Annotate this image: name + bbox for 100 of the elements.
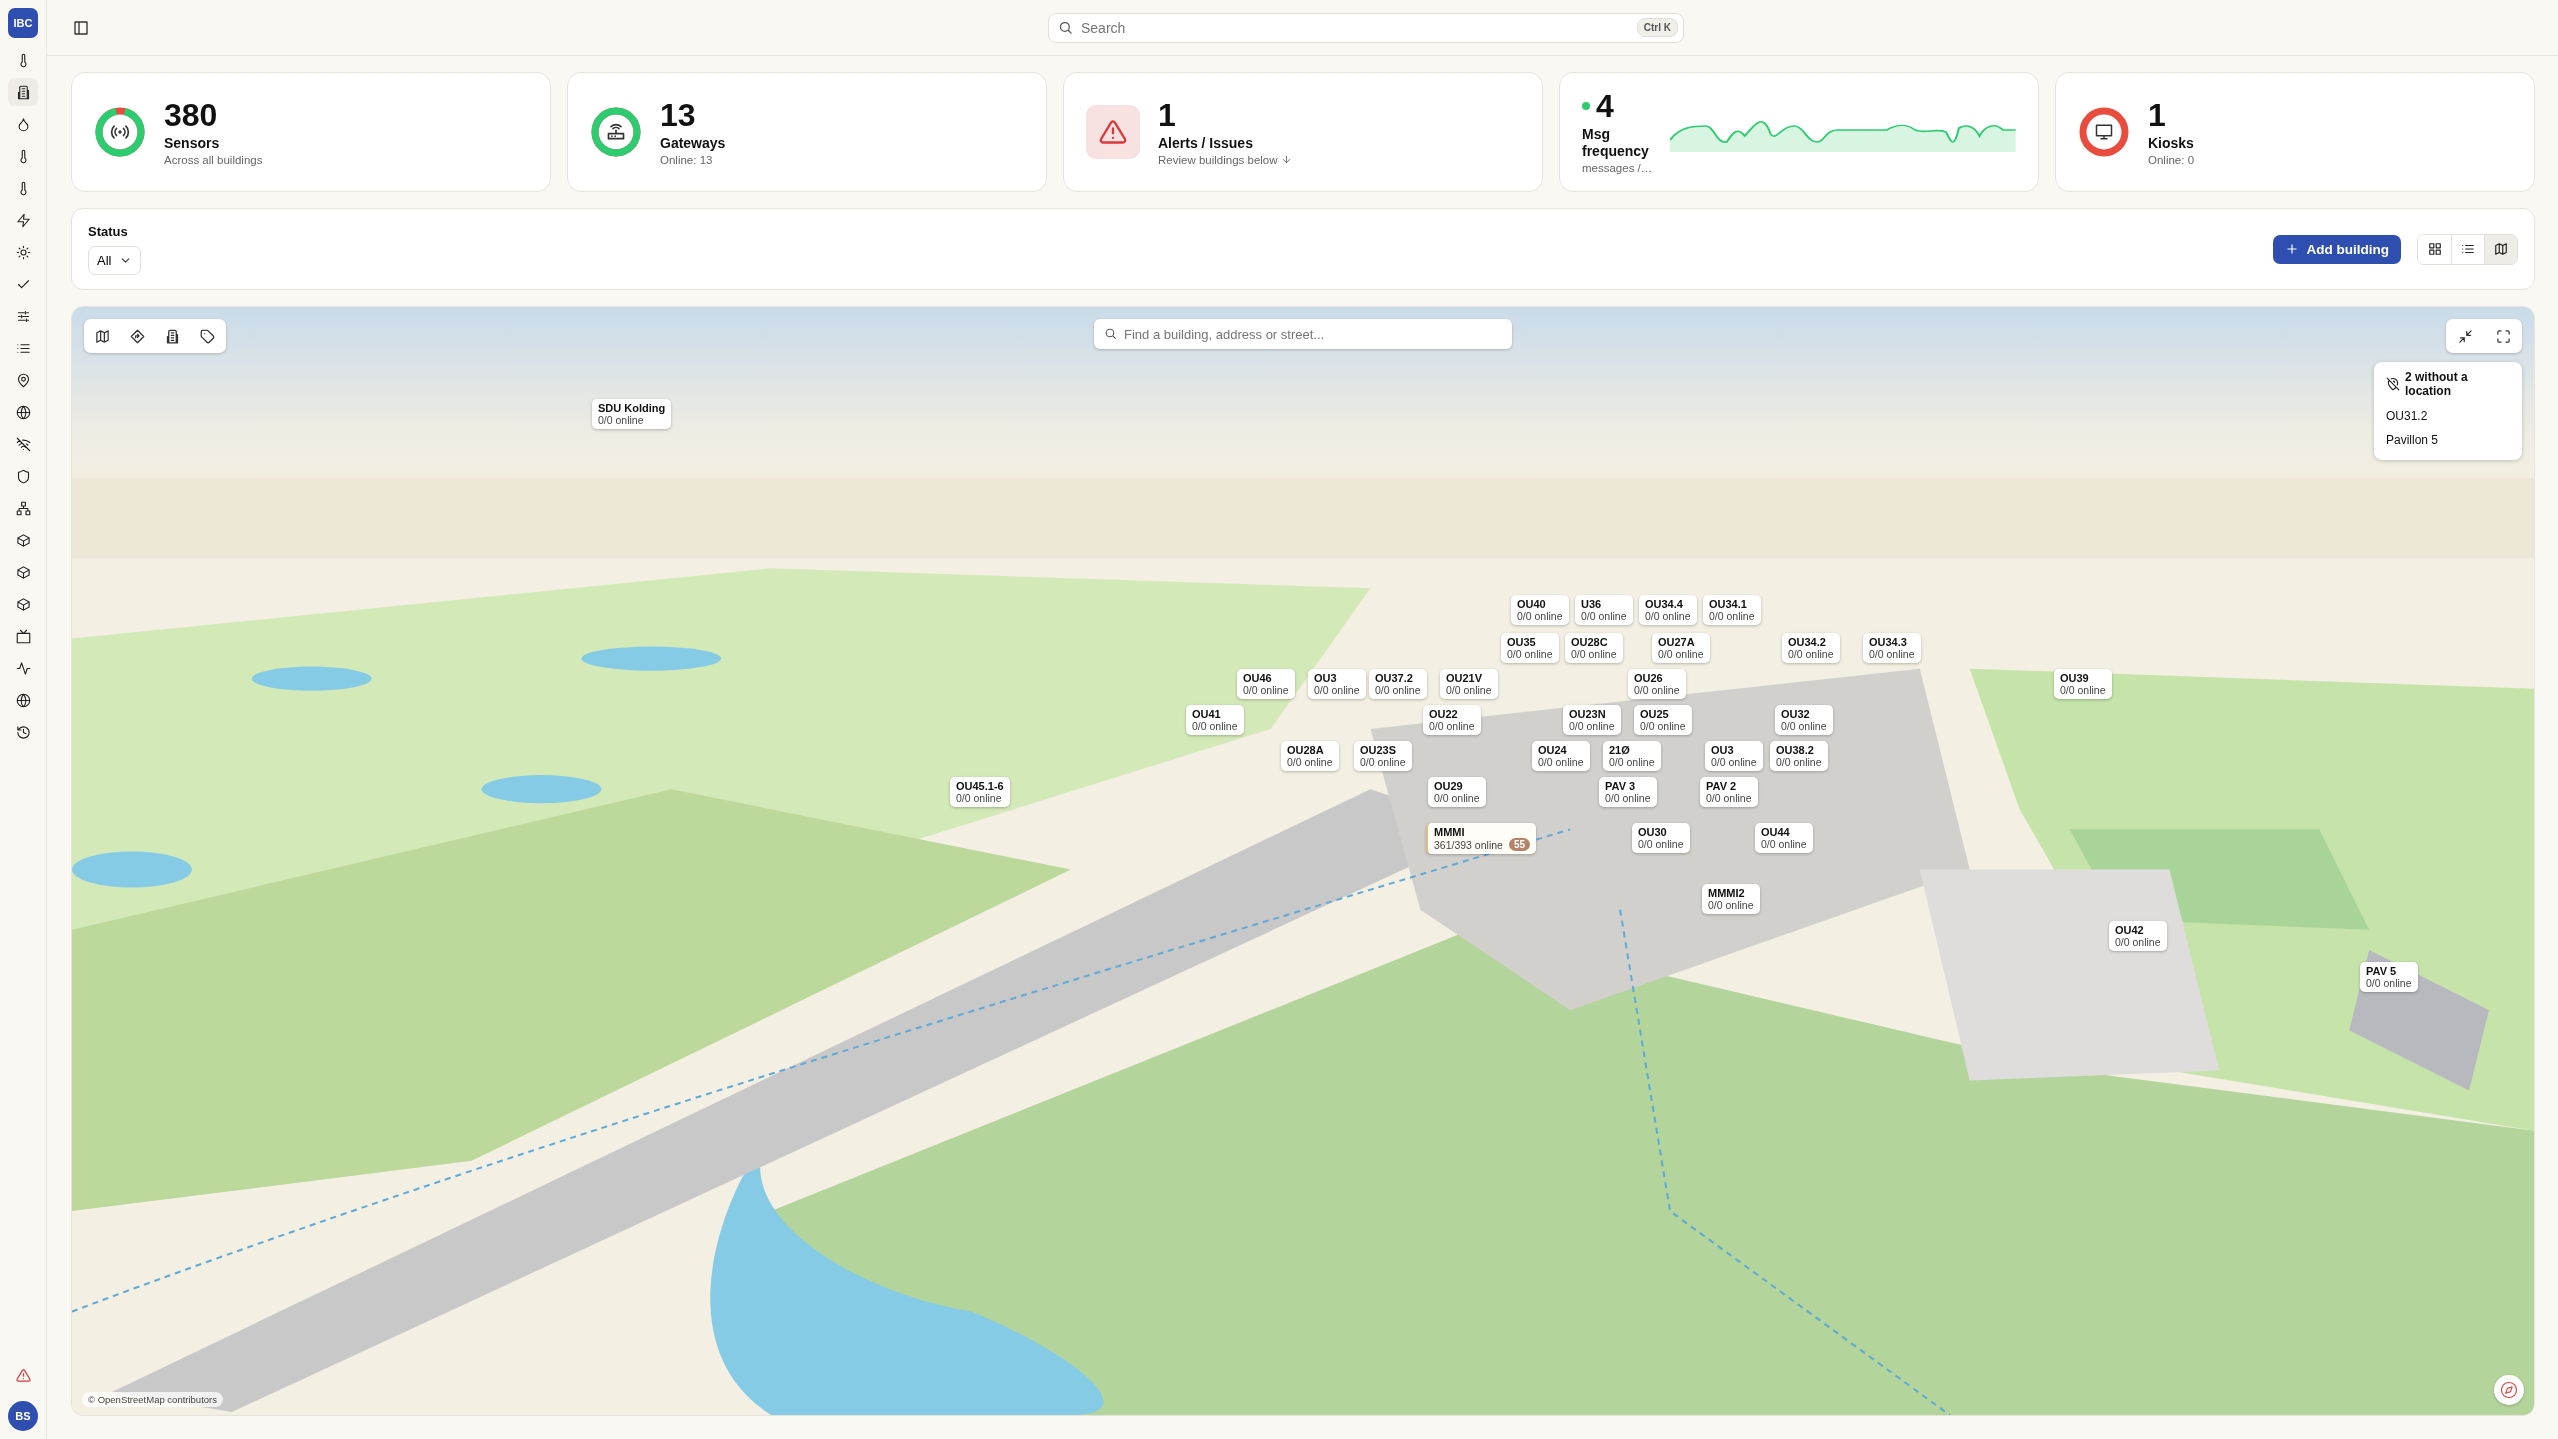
building-marker[interactable]: OU22 0/0 online xyxy=(1423,705,1481,735)
building-marker[interactable]: OU21V 0/0 online xyxy=(1440,669,1498,699)
building-marker[interactable]: OU23N 0/0 online xyxy=(1563,705,1621,735)
panel-title: 2 without a location xyxy=(2405,370,2469,398)
stat-value: 4 xyxy=(1596,90,1614,123)
building-marker[interactable]: SDU Kolding 0/0 online xyxy=(592,399,672,429)
add-building-button[interactable]: Add building xyxy=(2272,234,2401,264)
status-dropdown[interactable]: All xyxy=(88,245,142,275)
building-marker[interactable]: OU24 0/0 online xyxy=(1532,741,1590,771)
building-marker[interactable]: OU26 0/0 online xyxy=(1628,669,1686,699)
building-marker[interactable]: PAV 3 0/0 online xyxy=(1599,777,1657,807)
stat-caption: Across all buildings xyxy=(164,153,263,166)
building-marker[interactable]: OU42 0/0 online xyxy=(2109,921,2167,951)
unlocated-building[interactable]: Pavillon 5 xyxy=(2386,428,2439,452)
building-marker[interactable]: OU28A 0/0 online xyxy=(1281,741,1339,771)
progress-ring xyxy=(94,106,146,158)
wifi-off-icon xyxy=(15,436,31,452)
search-icon xyxy=(1104,327,1117,340)
building-marker[interactable]: OU28C 0/0 online xyxy=(1565,633,1623,663)
stat-label: Sensors xyxy=(164,134,221,151)
map-attribution: © OpenStreetMap contributors xyxy=(82,1392,223,1407)
shield-icon xyxy=(15,468,31,484)
lightning-icon xyxy=(15,212,31,228)
compass-icon xyxy=(2500,1381,2518,1399)
panel-icon xyxy=(73,19,89,36)
stat-value: 1 xyxy=(2148,98,2167,131)
stat-caption: Online: 0 xyxy=(2148,153,2195,166)
building-icon xyxy=(15,84,31,100)
minimize-icon xyxy=(2457,328,2473,344)
arrow-down-icon xyxy=(1280,154,1292,165)
building-marker[interactable]: OU3 0/0 online xyxy=(1308,669,1366,699)
monitor-icon xyxy=(2095,123,2113,141)
building-marker[interactable]: OU25 0/0 online xyxy=(1634,705,1692,735)
building-marker[interactable]: OU29 0/0 online xyxy=(1428,777,1486,807)
stat-value: 13 xyxy=(660,98,697,131)
grid-icon xyxy=(2427,242,2442,256)
warning-icon xyxy=(1099,118,1127,146)
tag-icon xyxy=(200,328,215,344)
warning-icon xyxy=(15,1368,31,1383)
search-icon xyxy=(1058,20,1073,35)
building-marker[interactable]: OU34.4 0/0 online xyxy=(1639,595,1697,625)
router-icon xyxy=(606,122,626,142)
stat-label: Gateways xyxy=(660,134,726,151)
map-search-field[interactable]: Find a building, address or street... xyxy=(1094,319,1512,349)
stat-label: Msg frequency xyxy=(1582,126,1650,159)
building-marker[interactable]: OU40 0/0 online xyxy=(1511,595,1569,625)
stat-caption: Online: 13 xyxy=(660,153,713,166)
building-marker[interactable]: PAV 5 0/0 online xyxy=(2360,962,2418,992)
building-marker[interactable]: OU37.2 0/0 online xyxy=(1369,669,1427,699)
unlocated-building[interactable]: OU31.2 xyxy=(2386,404,2428,428)
building-marker[interactable]: OU3 0/0 online xyxy=(1705,741,1763,771)
building-marker[interactable]: OU44 0/0 online xyxy=(1755,823,1813,853)
stat-label: Alerts / Issues xyxy=(1158,134,1254,151)
building-marker[interactable]: 21Ø 0/0 online xyxy=(1603,741,1661,771)
globe-icon xyxy=(15,404,31,420)
building-marker[interactable]: OU39 0/0 online xyxy=(2054,669,2112,699)
building-marker[interactable]: OU45.1-6 0/0 online xyxy=(950,777,1010,807)
app-logo[interactable]: IBC xyxy=(8,8,38,38)
building-marker[interactable]: OU38.2 0/0 online xyxy=(1770,741,1828,771)
building-marker[interactable]: OU34.1 0/0 online xyxy=(1703,595,1761,625)
building-marker[interactable]: OU41 0/0 online xyxy=(1186,705,1244,735)
cube-icon xyxy=(15,564,31,580)
building-marker[interactable]: OU35 0/0 online xyxy=(1501,633,1559,663)
building-marker[interactable]: OU34.2 0/0 online xyxy=(1782,633,1840,663)
view-toggle[interactable] xyxy=(2484,234,2517,264)
sidebar-item[interactable] xyxy=(8,78,38,106)
building-marker[interactable]: MMMI2 0/0 online xyxy=(1702,884,1760,914)
building-marker[interactable]: MMMI 361/393 online 55 xyxy=(1426,823,1537,854)
map-icon xyxy=(2494,242,2508,256)
filter-label: Status xyxy=(88,223,129,239)
pulse-icon xyxy=(15,660,31,676)
stat-caption: Review buildings below xyxy=(1158,153,1278,166)
stat-value: 1 xyxy=(1158,98,1177,131)
stat-value: 380 xyxy=(164,98,219,131)
plus-icon xyxy=(2284,242,2299,256)
building-marker[interactable]: U36 0/0 online xyxy=(1575,595,1633,625)
building-marker[interactable]: OU23S 0/0 online xyxy=(1354,741,1412,771)
list-icon xyxy=(2461,242,2475,256)
user-avatar[interactable]: BS xyxy=(8,1401,38,1431)
building-icon xyxy=(165,328,180,344)
tv-icon xyxy=(15,628,31,644)
building-marker[interactable]: OU32 0/0 online xyxy=(1775,705,1833,735)
drop-icon xyxy=(15,116,31,132)
fullscreen-icon xyxy=(2495,328,2511,344)
alert-count-badge: 55 xyxy=(1508,838,1531,851)
cube-icon xyxy=(15,532,31,548)
map-icon xyxy=(95,328,110,344)
diamond-arrow-icon xyxy=(130,328,145,344)
building-marker[interactable]: OU46 0/0 online xyxy=(1237,669,1295,699)
building-marker[interactable]: OU27A 0/0 online xyxy=(1652,633,1710,663)
sun-icon xyxy=(15,244,31,260)
cube-icon xyxy=(15,596,31,612)
stat-label: Kiosks xyxy=(2148,134,2195,151)
globe-icon xyxy=(15,692,31,708)
location-pin-icon xyxy=(15,372,31,388)
building-marker[interactable]: OU34.3 0/0 online xyxy=(1863,633,1921,663)
broadcast-icon xyxy=(110,122,130,142)
building-marker[interactable]: PAV 2 0/0 online xyxy=(1700,777,1758,807)
building-marker[interactable]: OU30 0/0 online xyxy=(1632,823,1690,853)
stat-caption: messages /… xyxy=(1582,161,1653,174)
